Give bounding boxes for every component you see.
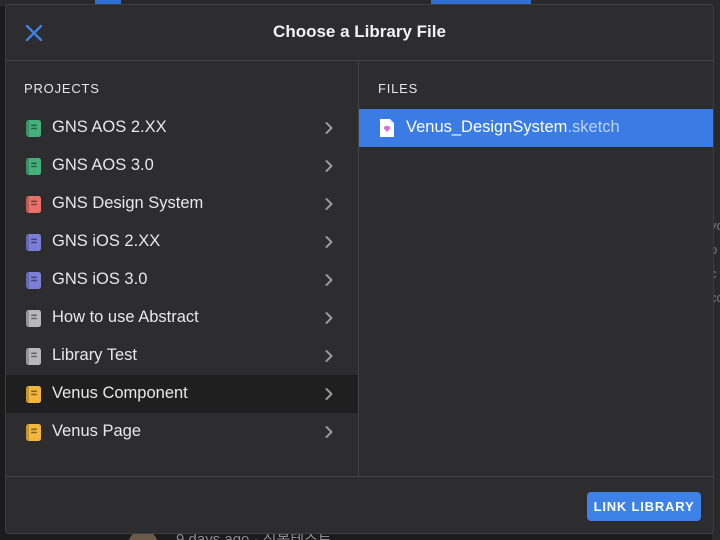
- project-icon: [26, 386, 41, 403]
- chevron-right-icon: [325, 122, 333, 134]
- project-item[interactable]: GNS Design System: [6, 185, 358, 223]
- choose-library-dialog: Choose a Library File PROJECTS GNS AOS 2…: [5, 4, 714, 534]
- files-label: FILES: [378, 81, 419, 96]
- project-icon: [26, 158, 41, 175]
- project-list: GNS AOS 2.XX GNS AOS 3.0 GNS Design System…: [6, 109, 358, 451]
- chevron-right-icon: [325, 160, 333, 172]
- project-icon: [26, 272, 41, 289]
- project-icon: [26, 234, 41, 251]
- project-label: GNS AOS 3.0: [52, 156, 154, 174]
- project-label: Venus Component: [52, 384, 188, 402]
- dialog-footer: LINK LIBRARY: [6, 476, 713, 533]
- project-item[interactable]: How to use Abstract: [6, 299, 358, 337]
- link-library-button[interactable]: LINK LIBRARY: [587, 492, 701, 521]
- project-item[interactable]: Venus Page: [6, 413, 358, 451]
- chevron-right-icon: [325, 312, 333, 324]
- chevron-right-icon: [325, 198, 333, 210]
- project-label: GNS Design System: [52, 194, 204, 212]
- files-panel: FILES Venus_DesignSystem.sketch: [359, 61, 713, 476]
- file-basename: Venus_DesignSystem: [406, 118, 568, 136]
- project-label: Venus Page: [52, 422, 141, 440]
- chevron-right-icon: [325, 426, 333, 438]
- project-label: GNS iOS 3.0: [52, 270, 148, 288]
- project-item[interactable]: GNS AOS 3.0: [6, 147, 358, 185]
- project-item[interactable]: GNS AOS 2.XX: [6, 109, 358, 147]
- project-icon: [26, 348, 41, 365]
- project-label: GNS AOS 2.XX: [52, 118, 167, 136]
- file-item[interactable]: Venus_DesignSystem.sketch: [359, 109, 713, 147]
- chevron-right-icon: [325, 388, 333, 400]
- project-icon: [26, 424, 41, 441]
- projects-panel: PROJECTS GNS AOS 2.XX GNS AOS 3.0 GNS Desi…: [6, 61, 359, 476]
- project-icon: [26, 310, 41, 327]
- project-item[interactable]: Library Test: [6, 337, 358, 375]
- file-name: Venus_DesignSystem.sketch: [406, 118, 620, 137]
- file-extension: .sketch: [567, 118, 620, 136]
- chevron-right-icon: [325, 274, 333, 286]
- projects-label: PROJECTS: [24, 81, 100, 96]
- project-icon: [26, 196, 41, 213]
- project-label: Library Test: [52, 346, 137, 364]
- dialog-header: Choose a Library File: [6, 5, 713, 61]
- chevron-right-icon: [325, 236, 333, 248]
- project-item[interactable]: Venus Component: [6, 375, 358, 413]
- project-item[interactable]: GNS iOS 2.XX: [6, 223, 358, 261]
- sketch-file-icon: [380, 119, 394, 137]
- project-label: How to use Abstract: [52, 308, 199, 326]
- dialog-title: Choose a Library File: [273, 22, 446, 41]
- project-item[interactable]: GNS iOS 3.0: [6, 261, 358, 299]
- chevron-right-icon: [325, 350, 333, 362]
- project-icon: [26, 120, 41, 137]
- project-label: GNS iOS 2.XX: [52, 232, 161, 250]
